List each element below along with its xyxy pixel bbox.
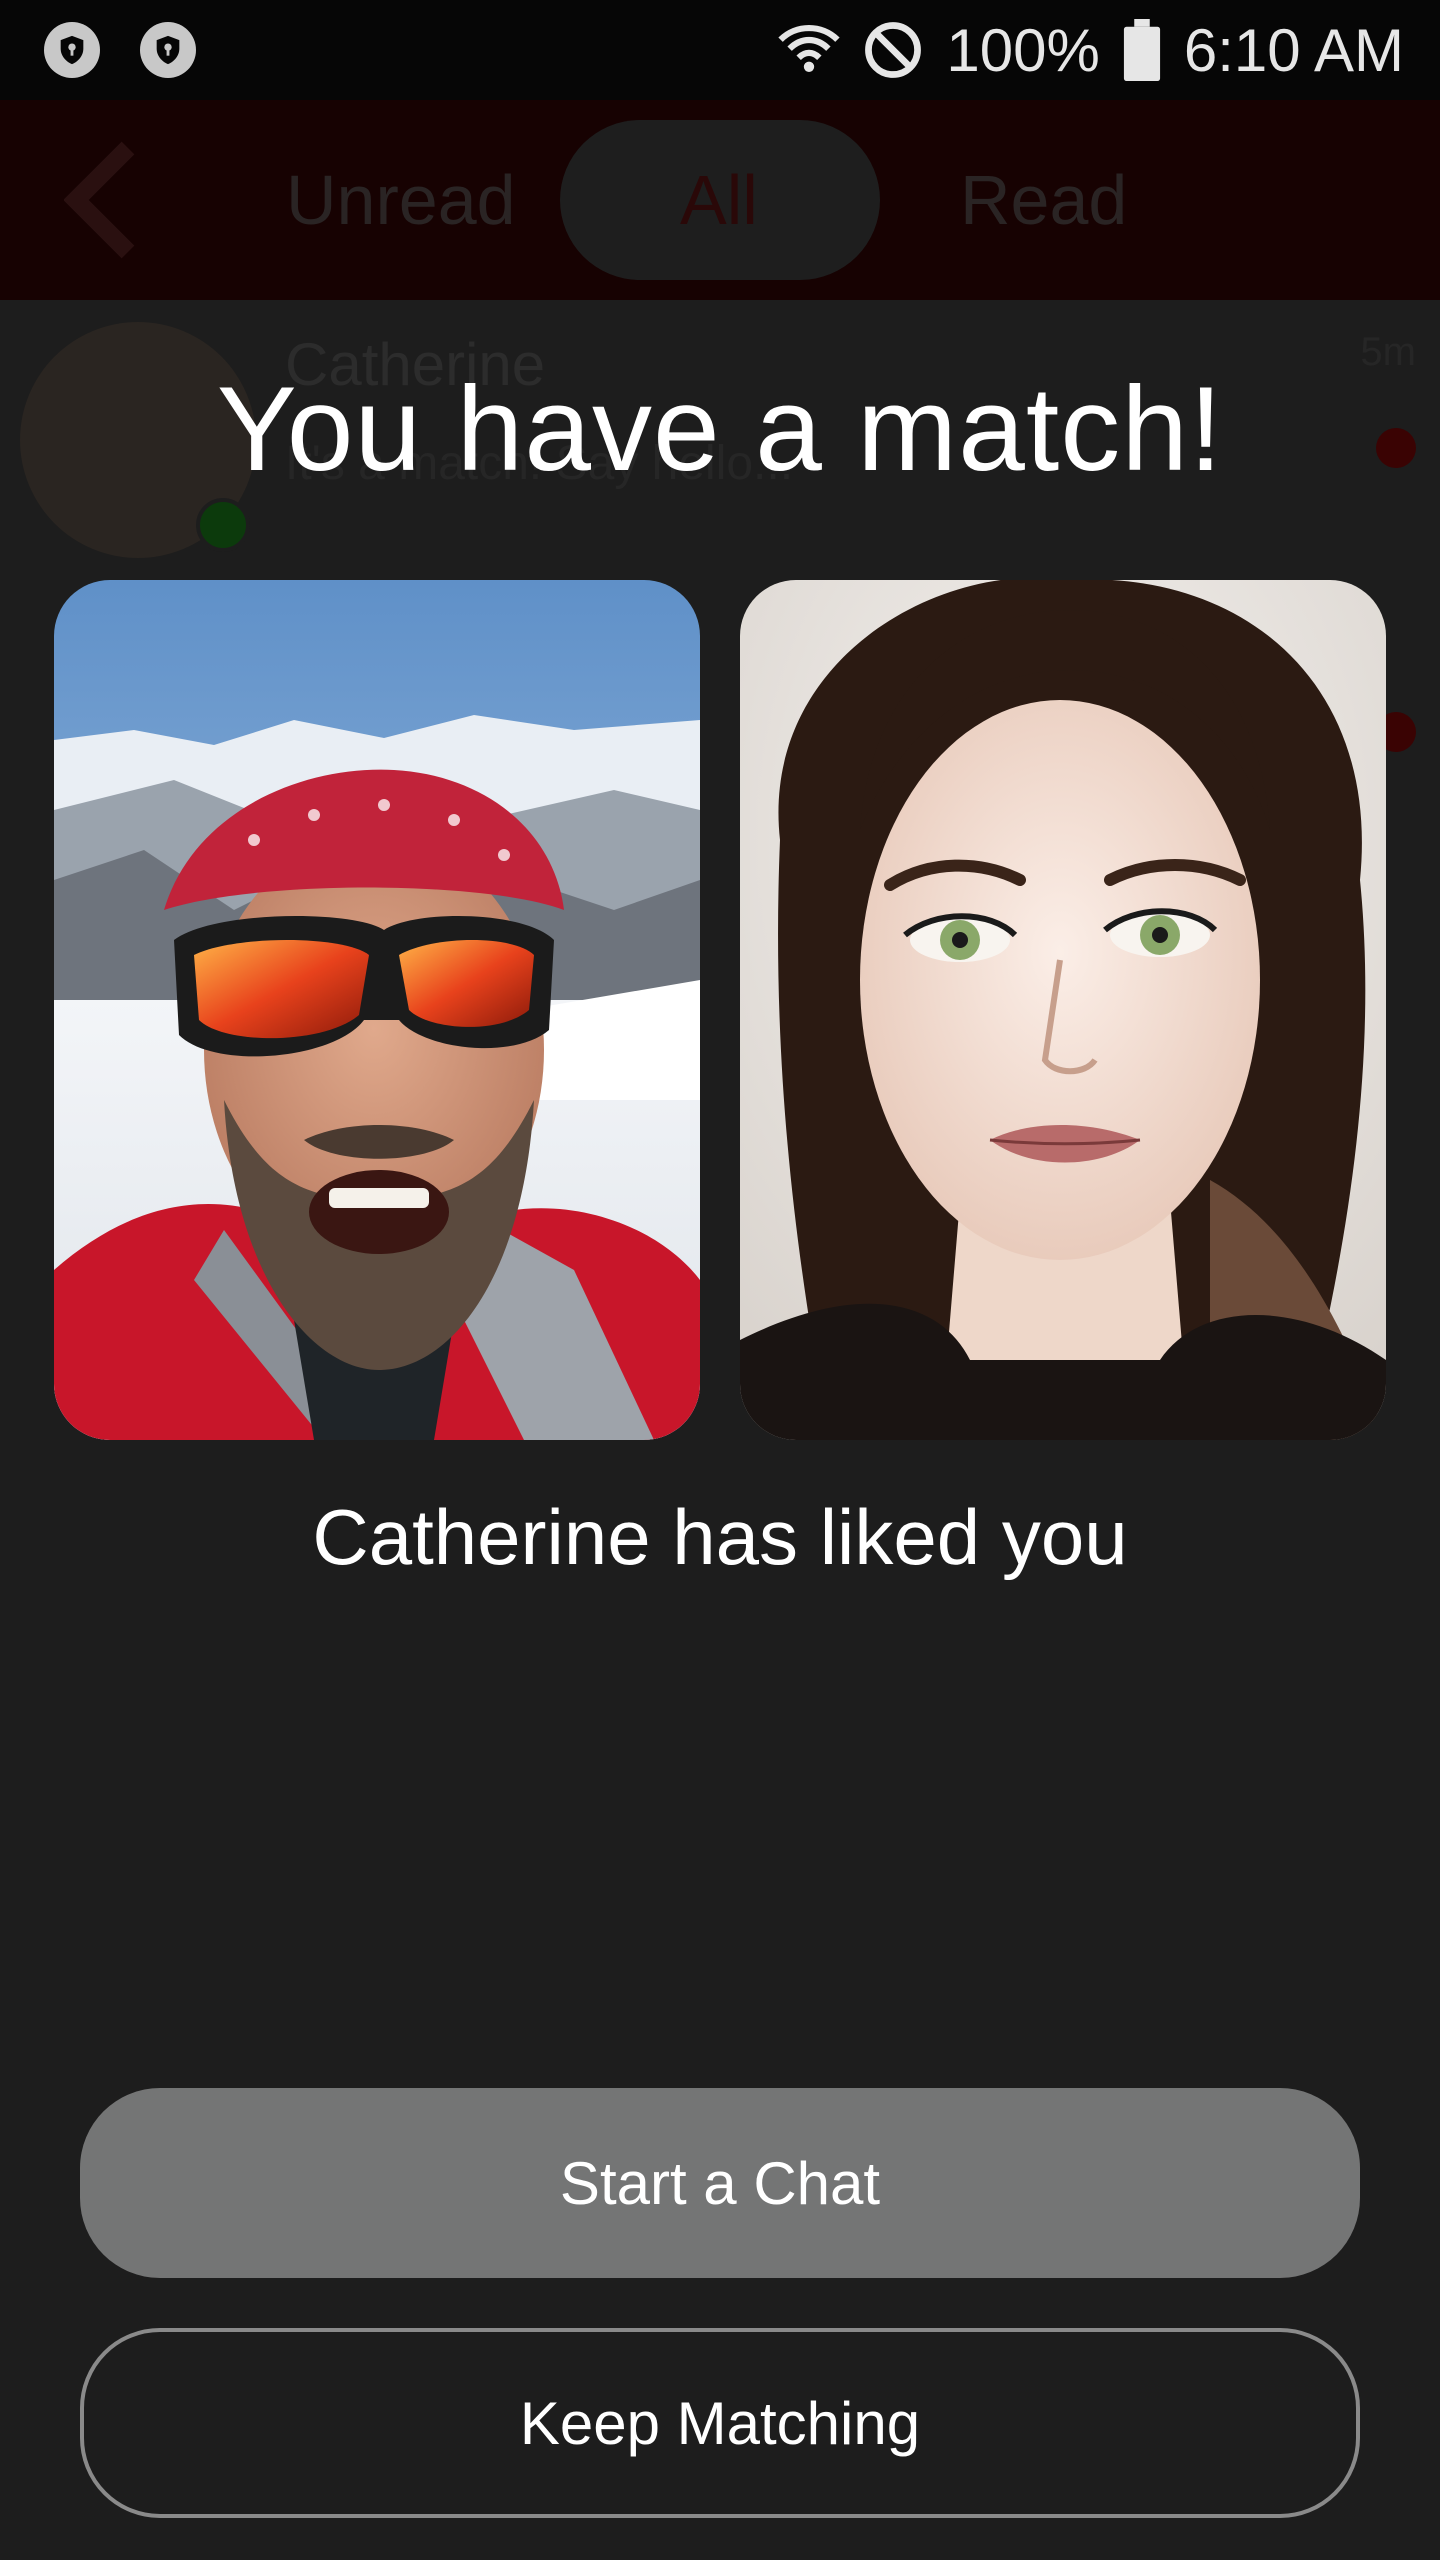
- wifi-icon: [778, 25, 840, 72]
- back-arrow-icon[interactable]: [64, 140, 144, 260]
- app-header: Unread All Read: [0, 100, 1440, 300]
- match-photo: [740, 580, 1386, 1440]
- shield-lock-icon: [140, 22, 196, 78]
- do-not-disturb-icon: [865, 22, 922, 78]
- user-photo: [54, 580, 700, 1440]
- shield-lock-icon: [44, 22, 100, 78]
- clock: 6:10 AM: [1183, 16, 1404, 84]
- keep-matching-button[interactable]: Keep Matching: [80, 2328, 1360, 2518]
- start-chat-button[interactable]: Start a Chat: [80, 2088, 1360, 2278]
- status-bar: 100% 6:10 AM: [0, 0, 1440, 100]
- battery-icon: [1123, 19, 1160, 81]
- match-title: You have a match!: [216, 362, 1224, 496]
- start-chat-label: Start a Chat: [559, 2149, 881, 2217]
- keep-matching-label: Keep Matching: [519, 2389, 921, 2457]
- battery-percent: 100%: [946, 16, 1100, 84]
- match-dialog: You have a match! Catherine has liked yo…: [0, 300, 1440, 2560]
- liked-message: Catherine has liked you: [312, 1493, 1128, 1581]
- tab-unread[interactable]: Unread: [286, 160, 516, 240]
- tab-read[interactable]: Read: [960, 160, 1127, 240]
- tab-all[interactable]: All: [680, 160, 758, 240]
